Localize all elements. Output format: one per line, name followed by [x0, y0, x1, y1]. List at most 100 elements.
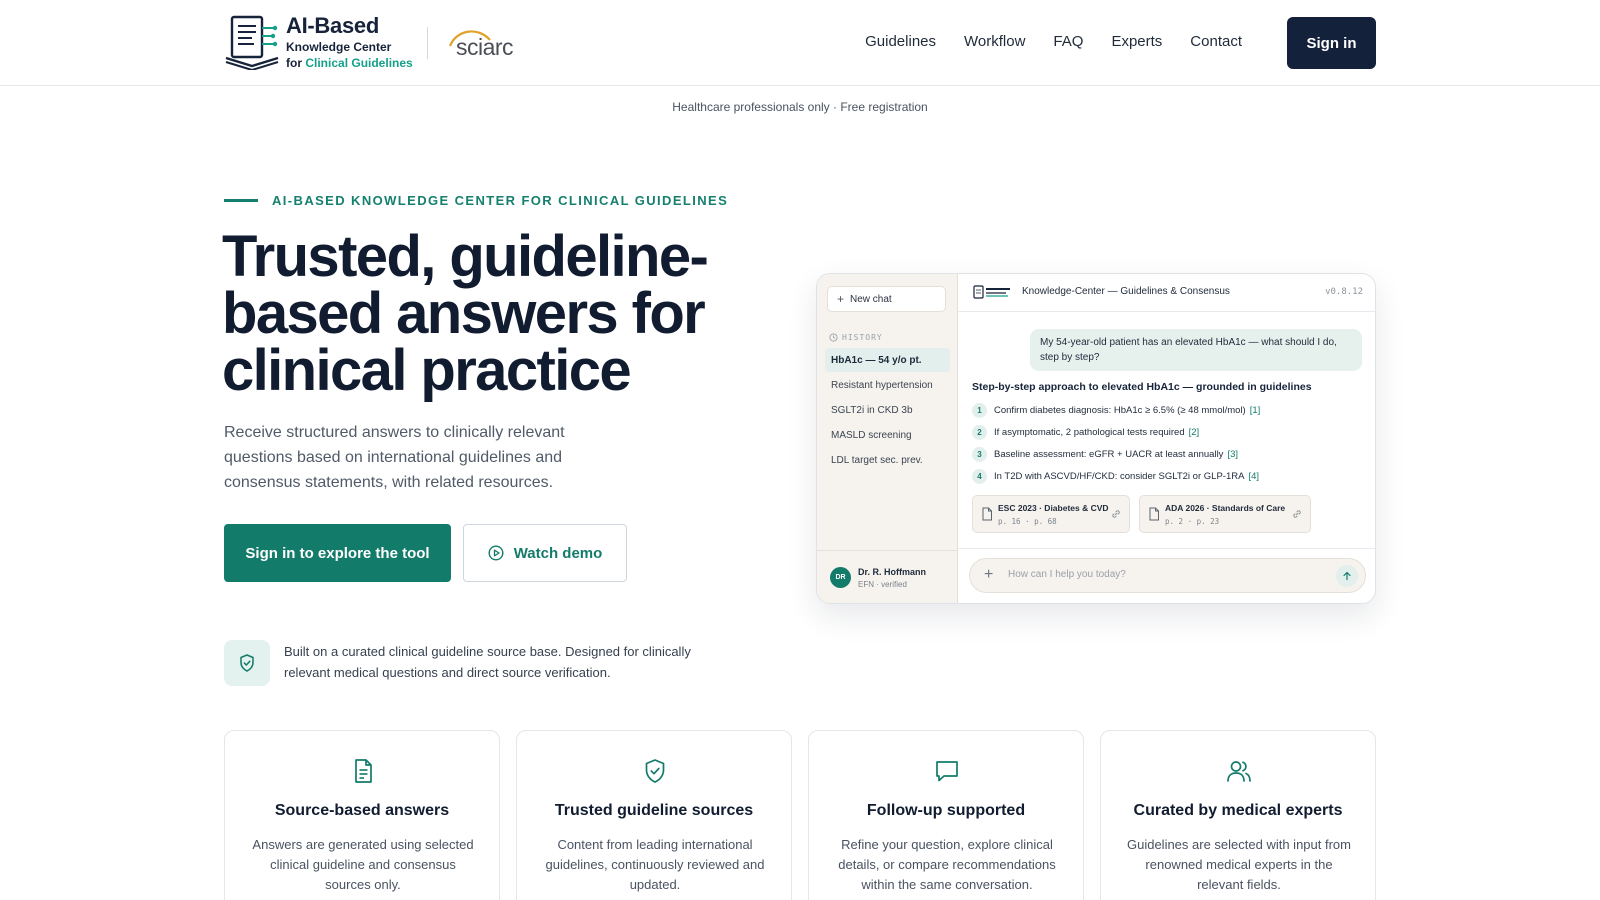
logo-divider — [427, 27, 428, 59]
feature-title: Source-based answers — [274, 802, 450, 819]
history-item-masld[interactable]: MASLD screening — [825, 423, 950, 447]
feature-description: Answers are generated using selected cli… — [252, 837, 474, 892]
history-item-hba1c[interactable]: HbA1c — 54 y/o pt. — [825, 348, 950, 372]
step-text: Baseline assessment: eGFR + UACR at leas… — [994, 448, 1224, 460]
partner-logo: sciarc — [446, 24, 528, 64]
hero-title: Trusted, guideline-based answers for cli… — [222, 224, 709, 403]
mini-brand-logo-icon — [973, 285, 1010, 299]
trust-text: Built on a curated clinical guideline so… — [284, 644, 691, 680]
plus-icon: + — [837, 292, 845, 306]
attach-plus-icon[interactable]: + — [984, 566, 993, 584]
feature-card-experts: Curated by medical experts Guidelines ar… — [1100, 730, 1376, 900]
preview-topbar: Knowledge-Center — Guidelines & Consensu… — [958, 274, 1375, 312]
chat-bubble-icon — [936, 761, 958, 782]
hero-eyebrow: AI-BASED KNOWLEDGE CENTER FOR CLINICAL G… — [224, 193, 728, 208]
answer-step: 4 In T2D with ASCVD/HF/CKD: consider SGL… — [972, 468, 1259, 484]
clock-icon — [829, 333, 838, 342]
explore-tool-button[interactable]: Sign in to explore the tool — [224, 524, 451, 582]
watch-demo-button[interactable]: Watch demo — [463, 524, 627, 582]
brand-logo[interactable]: AI-Based Knowledge Center for Clinical G… — [224, 14, 413, 70]
brand-subtitle-line2: for Clinical Guidelines — [286, 57, 413, 69]
answer-step: 1 Confirm diabetes diagnosis: HbA1c ≥ 6.… — [972, 402, 1260, 418]
citation-link[interactable]: [3] — [1227, 449, 1238, 460]
play-circle-icon — [488, 545, 504, 561]
source-name: ESC 2023 · Diabetes & CVD — [998, 503, 1109, 513]
user-profile[interactable]: DR Dr. R. Hoffmann EFN · verified — [817, 550, 958, 603]
document-stack-logo-icon — [225, 15, 279, 70]
step-number: 2 — [972, 424, 987, 440]
brand-subtitle-accent: Clinical Guidelines — [305, 56, 413, 70]
sign-in-button[interactable]: Sign in — [1287, 17, 1376, 69]
trust-badge — [224, 640, 270, 686]
step-text: Confirm diabetes diagnosis: HbA1c ≥ 6.5%… — [994, 404, 1246, 416]
user-meta: EFN · verified — [858, 580, 907, 589]
feature-description: Guidelines are selected with input from … — [1126, 837, 1351, 892]
arrow-up-icon — [1343, 571, 1351, 581]
link-icon — [1293, 510, 1301, 518]
feature-title: Follow-up supported — [866, 802, 1026, 819]
brand-subtitle-for: for — [286, 56, 302, 70]
shield-check-icon — [645, 759, 665, 783]
citation-link[interactable]: [4] — [1248, 471, 1259, 482]
preview-composer: + How can I help you today? — [958, 548, 1375, 603]
source-card-ada[interactable]: ADA 2026 · Standards of Care p. 2 · p. 2… — [1139, 495, 1311, 533]
watch-demo-label: Watch demo — [513, 544, 603, 562]
chat-input-placeholder: How can I help you today? — [1008, 569, 1126, 580]
nav-experts[interactable]: Experts — [1111, 33, 1162, 50]
chat-input[interactable]: + How can I help you today? — [969, 558, 1366, 593]
main-nav: Guidelines Workflow FAQ Experts Contact — [865, 33, 1242, 50]
step-text: If asymptomatic, 2 pathological tests re… — [994, 426, 1185, 438]
feature-card-source-based: Source-based answers Answers are generat… — [224, 730, 500, 900]
source-name: ADA 2026 · Standards of Care — [1165, 503, 1286, 513]
nav-contact[interactable]: Contact — [1190, 33, 1242, 50]
new-chat-button[interactable]: + New chat — [827, 286, 946, 312]
feature-description: Refine your question, explore clinical d… — [838, 837, 1056, 892]
feature-description: Content from leading international guide… — [545, 837, 765, 892]
feature-title: Trusted guideline sources — [554, 802, 754, 819]
source-pages: p. 2 · p. 23 — [1165, 517, 1220, 526]
preview-title: Knowledge-Center — Guidelines & Consensu… — [1022, 286, 1230, 297]
users-icon — [1227, 761, 1251, 782]
step-number: 1 — [972, 402, 987, 418]
document-icon — [355, 759, 372, 783]
version-label: v0.8.12 — [1325, 287, 1363, 297]
file-icon — [982, 507, 992, 521]
source-card-esc[interactable]: ESC 2023 · Diabetes & CVD p. 16 · p. 68 — [972, 495, 1130, 533]
answer-title: Step-by-step approach to elevated HbA1c … — [972, 381, 1312, 393]
eyebrow-text: AI-BASED KNOWLEDGE CENTER FOR CLINICAL G… — [272, 193, 729, 208]
registration-notice: Healthcare professionals only · Free reg… — [672, 100, 928, 114]
step-text: In T2D with ASCVD/HF/CKD: consider SGLT2… — [994, 470, 1245, 482]
nav-workflow[interactable]: Workflow — [964, 33, 1025, 50]
citation-link[interactable]: [1] — [1250, 405, 1261, 416]
user-message: My 54-year-old patient has an elevated H… — [1030, 329, 1362, 371]
brand-subtitle-line1: Knowledge Center — [286, 40, 392, 54]
user-name: Dr. R. Hoffmann — [858, 567, 927, 577]
feature-card-trusted-sources: Trusted guideline sources Content from l… — [516, 730, 792, 900]
app-preview: + New chat HISTORY HbA1c — 54 y/o pt. Re… — [816, 273, 1376, 604]
send-button[interactable] — [1336, 565, 1358, 587]
history-label: HISTORY — [842, 333, 883, 342]
preview-chat: Knowledge-Center — Guidelines & Consensu… — [958, 274, 1375, 603]
brand-title: AI-Based — [286, 13, 379, 38]
step-number: 4 — [972, 468, 987, 484]
preview-sidebar: + New chat HISTORY HbA1c — 54 y/o pt. Re… — [817, 274, 958, 603]
new-chat-label: New chat — [850, 293, 892, 305]
eyebrow-line — [224, 199, 258, 202]
link-icon — [1112, 510, 1120, 518]
answer-step: 3 Baseline assessment: eGFR + UACR at le… — [972, 446, 1238, 462]
answer-step: 2 If asymptomatic, 2 pathological tests … — [972, 424, 1199, 440]
history-item-hypertension[interactable]: Resistant hypertension — [825, 373, 950, 397]
history-item-sglt2i[interactable]: SGLT2i in CKD 3b — [825, 398, 950, 422]
hero-description: Receive structured answers to clinically… — [224, 424, 565, 491]
partner-name: sciarc — [456, 34, 514, 60]
shield-check-icon — [240, 654, 254, 672]
history-item-ldl[interactable]: LDL target sec. prev. — [825, 448, 950, 472]
nav-guidelines[interactable]: Guidelines — [865, 33, 936, 50]
source-pages: p. 16 · p. 68 — [998, 517, 1057, 526]
feature-card-follow-up: Follow-up supported Refine your question… — [808, 730, 1084, 900]
step-number: 3 — [972, 446, 987, 462]
nav-faq[interactable]: FAQ — [1053, 33, 1083, 50]
feature-title: Curated by medical experts — [1133, 802, 1343, 819]
citation-link[interactable]: [2] — [1189, 427, 1200, 438]
avatar: DR — [830, 567, 851, 588]
